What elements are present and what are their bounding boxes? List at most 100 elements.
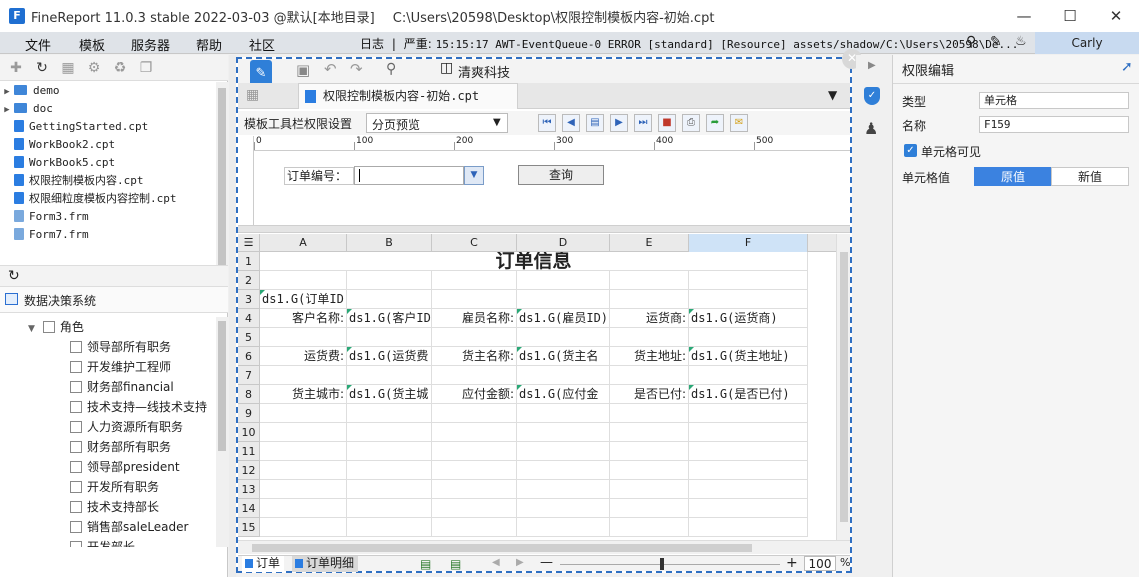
cell-c15[interactable] bbox=[432, 518, 517, 537]
delete-icon[interactable]: ♻ bbox=[112, 60, 128, 76]
role-item[interactable]: 领导部所有职务 bbox=[0, 337, 216, 357]
cell-f9[interactable] bbox=[689, 404, 808, 423]
cell-c6[interactable]: 货主名称: bbox=[432, 347, 517, 366]
print-icon[interactable]: ⎙ bbox=[682, 114, 700, 132]
role-checkbox[interactable] bbox=[70, 401, 82, 413]
cell-d11[interactable] bbox=[517, 442, 610, 461]
column-header-c[interactable]: C bbox=[432, 234, 517, 252]
file-tree-item[interactable]: 权限细粒度模板内容控制.cpt bbox=[0, 190, 216, 208]
cell-a5[interactable] bbox=[260, 328, 347, 347]
cell-f2[interactable] bbox=[689, 271, 808, 290]
cell-f11[interactable] bbox=[689, 442, 808, 461]
grid-horizontal-thumb[interactable] bbox=[252, 544, 752, 552]
cell-b12[interactable] bbox=[347, 461, 432, 480]
email-icon[interactable]: ✉ bbox=[730, 114, 748, 132]
cell-c12[interactable] bbox=[432, 461, 517, 480]
cell-f7[interactable] bbox=[689, 366, 808, 385]
expand-arrow-icon[interactable]: ▶ bbox=[0, 101, 14, 119]
preview-mode-select[interactable]: 分页预览 ▼ bbox=[366, 113, 508, 133]
file-tree-item[interactable]: WorkBook2.cpt bbox=[0, 136, 216, 154]
row-header[interactable]: 8 bbox=[238, 385, 260, 404]
tab-menu-icon[interactable]: ▼ bbox=[828, 88, 837, 102]
cell-e12[interactable] bbox=[610, 461, 689, 480]
last-page-icon[interactable]: ⏭ bbox=[634, 114, 652, 132]
company-name[interactable]: 清爽科技 bbox=[458, 62, 510, 81]
bell-icon[interactable]: ♨ bbox=[1015, 34, 1027, 49]
cell-f5[interactable] bbox=[689, 328, 808, 347]
page-list-icon[interactable]: ▤ bbox=[586, 114, 604, 132]
cell-b14[interactable] bbox=[347, 499, 432, 518]
cell-b2[interactable] bbox=[347, 271, 432, 290]
role-checkbox[interactable] bbox=[70, 381, 82, 393]
minimize-button[interactable]: — bbox=[1001, 0, 1047, 32]
cell-e2[interactable] bbox=[610, 271, 689, 290]
cell-d14[interactable] bbox=[517, 499, 610, 518]
cell-b11[interactable] bbox=[347, 442, 432, 461]
cell-d12[interactable] bbox=[517, 461, 610, 480]
role-item[interactable]: 财务部所有职务 bbox=[0, 437, 216, 457]
cell-a2[interactable] bbox=[260, 271, 347, 290]
column-header-d[interactable]: D bbox=[517, 234, 610, 252]
cell-d13[interactable] bbox=[517, 480, 610, 499]
tab-template[interactable]: 权限控制模板内容-初始.cpt bbox=[298, 83, 518, 109]
cell-a14[interactable] bbox=[260, 499, 347, 518]
grid-vertical-thumb[interactable] bbox=[840, 252, 848, 522]
role-checkbox[interactable] bbox=[70, 521, 82, 533]
grid-view-icon[interactable]: ▦ bbox=[246, 87, 259, 103]
column-header-e[interactable]: E bbox=[610, 234, 689, 252]
row-header[interactable]: 10 bbox=[238, 423, 260, 442]
file-tree-item[interactable]: 权限控制模板内容.cpt bbox=[0, 172, 216, 190]
cell-f12[interactable] bbox=[689, 461, 808, 480]
cell-a12[interactable] bbox=[260, 461, 347, 480]
redo-icon[interactable]: ↷ bbox=[350, 60, 363, 78]
cell-b3[interactable] bbox=[347, 290, 432, 309]
cell-e13[interactable] bbox=[610, 480, 689, 499]
file-tree-item[interactable]: Form3.frm bbox=[0, 208, 216, 226]
row-header[interactable]: 6 bbox=[238, 347, 260, 366]
file-tree-item[interactable]: Form7.frm bbox=[0, 226, 216, 244]
sheet-tab-order-details[interactable]: 订单明细 bbox=[292, 556, 359, 572]
row-header[interactable]: 3 bbox=[238, 290, 260, 309]
role-item[interactable]: 技术支持部长 bbox=[0, 497, 216, 517]
row-header[interactable]: 13 bbox=[238, 480, 260, 499]
shield-icon[interactable]: ✓ bbox=[864, 87, 880, 105]
cell-d10[interactable] bbox=[517, 423, 610, 442]
row-header[interactable]: 7 bbox=[238, 366, 260, 385]
segment-new-value[interactable]: 新值 bbox=[1051, 167, 1129, 186]
cell-d7[interactable] bbox=[517, 366, 610, 385]
role-checkbox[interactable] bbox=[70, 441, 82, 453]
settings-icon[interactable]: ⚙ bbox=[86, 60, 102, 76]
file-tree-item[interactable]: ▶ doc bbox=[0, 100, 216, 118]
first-page-icon[interactable]: ⏮ bbox=[538, 114, 556, 132]
cell-b8[interactable]: ds1.G(货主城 bbox=[347, 385, 432, 404]
role-checkbox[interactable] bbox=[70, 501, 82, 513]
new-folder-icon[interactable]: ✚ bbox=[8, 60, 24, 76]
cell-c2[interactable] bbox=[432, 271, 517, 290]
export-icon[interactable]: ➦ bbox=[706, 114, 724, 132]
cell-b9[interactable] bbox=[347, 404, 432, 423]
add-report-icon[interactable]: ▤ bbox=[450, 557, 461, 571]
cell-f4[interactable]: ds1.G(运货商) bbox=[689, 309, 808, 328]
cell-c14[interactable] bbox=[432, 499, 517, 518]
cell-a4[interactable]: 客户名称: bbox=[260, 309, 347, 328]
role-tree-scrollbar[interactable] bbox=[216, 317, 228, 547]
cell-e10[interactable] bbox=[610, 423, 689, 442]
edit-icon[interactable]: ✎ bbox=[990, 34, 1002, 50]
file-tree-scroll-thumb[interactable] bbox=[218, 88, 226, 268]
row-header[interactable]: 11 bbox=[238, 442, 260, 461]
cell-e14[interactable] bbox=[610, 499, 689, 518]
cell-c4[interactable]: 雇员名称: bbox=[432, 309, 517, 328]
edit-permission-icon[interactable]: ➚ bbox=[1121, 59, 1133, 75]
role-checkbox[interactable] bbox=[70, 341, 82, 353]
file-tree-item[interactable]: GettingStarted.cpt bbox=[0, 118, 216, 136]
cell-f13[interactable] bbox=[689, 480, 808, 499]
column-header-f[interactable]: F bbox=[689, 234, 808, 252]
zoom-in-icon[interactable]: + bbox=[786, 555, 798, 571]
undo-icon[interactable]: ↶ bbox=[324, 60, 337, 78]
cell-f15[interactable] bbox=[689, 518, 808, 537]
cell-e9[interactable] bbox=[610, 404, 689, 423]
role-checkbox[interactable] bbox=[70, 361, 82, 373]
role-tree-scroll-thumb[interactable] bbox=[218, 321, 226, 451]
cell-e11[interactable] bbox=[610, 442, 689, 461]
collapse-right-icon[interactable]: ▶ bbox=[868, 60, 876, 71]
